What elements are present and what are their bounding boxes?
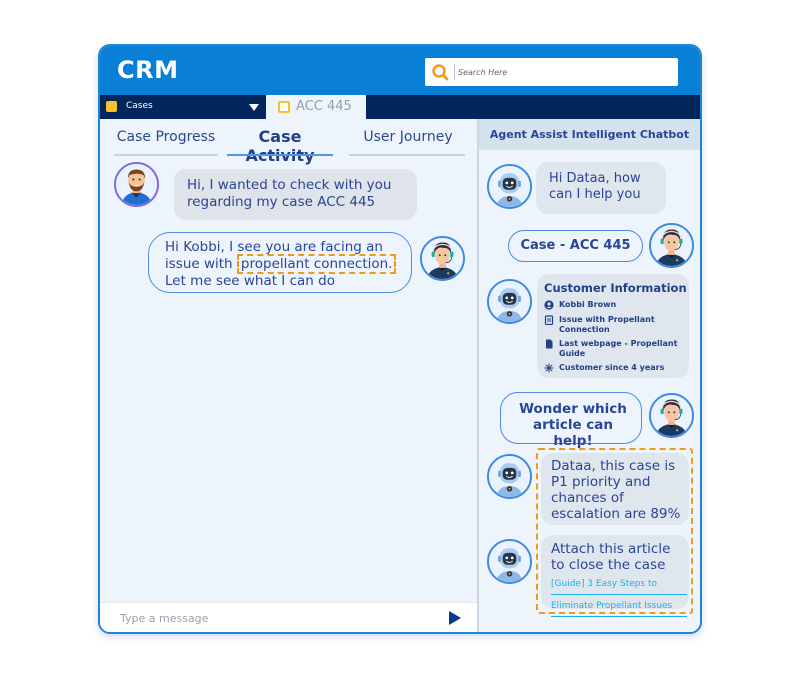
document-icon [546,339,553,349]
send-icon[interactable] [449,611,461,625]
crm-window: CRM Cases ACC 445 Case Progress Case Act… [98,44,702,634]
agent-avatar [649,393,694,438]
record-tab[interactable]: ACC 445 [266,95,366,119]
search-box[interactable] [425,58,678,86]
agent-avatar [649,223,694,268]
app-header: CRM [100,46,700,95]
agent-assist-pane: Agent Assist Intelligent Chatbot Hi Data… [477,119,700,632]
search-input[interactable] [458,62,668,82]
customer-message: Hi, I wanted to check with you regarding… [174,169,417,220]
customer-info-title: Customer Information [544,281,687,295]
customer-info-row: Customer since 4 years [544,363,689,373]
bot-message-text: Attach this article to close the case [551,541,671,573]
bot-priority-message: Dataa, this case is P1 priority and chan… [541,453,689,525]
agent-assist-header: Agent Assist Intelligent Chatbot [479,119,700,150]
customer-info-card: Customer Information Kobbi Brown Issue w… [537,274,689,378]
tab-case-progress[interactable]: Case Progress [114,129,218,145]
chevron-down-icon [249,104,259,111]
sparkle-icon [544,363,554,373]
customer-avatar [114,162,159,207]
tab-underline [349,154,465,156]
agent-message: Case - ACC 445 [508,230,643,262]
bot-message: Hi Dataa, how can I help you [536,162,666,214]
customer-info-row: Kobbi Brown [544,300,689,310]
user-circle-icon [544,300,554,310]
tab-bar: Cases ACC 445 [100,95,700,119]
record-tab-label: ACC 445 [296,99,352,114]
bot-article-message: Attach this article to close the case [G… [541,535,689,617]
customer-info-row: Issue with Propellant Connection [544,315,689,334]
cases-icon [106,101,117,112]
search-icon[interactable] [431,63,449,81]
agent-message: Hi Kobbi, I see you are facing an issue … [148,232,412,293]
agent-avatar [420,236,465,281]
tab-case-activity[interactable]: Case Activity [225,127,335,165]
bot-avatar [487,279,532,324]
agent-message-text-after: Let me see what I can do [165,273,335,289]
bot-avatar [487,164,532,209]
bot-message-text: Dataa, this case is P1 priority and chan… [551,458,681,522]
article-link-line1[interactable]: [Guide] 3 Easy Steps to [551,576,687,595]
message-composer [100,602,477,632]
message-input[interactable] [120,609,430,627]
case-activity-pane: Case Progress Case Activity User Journey… [100,119,477,632]
bot-message-text: Hi Dataa, how can I help you [549,171,641,202]
tab-underline-active [227,154,333,156]
tab-underline [114,154,218,156]
customer-info-row: Last webpage - Propellant Guide [544,339,689,358]
agent-assist-title: Agent Assist Intelligent Chatbot [489,128,690,141]
bot-avatar [487,539,532,584]
app-title: CRM [117,56,179,84]
agent-message-text: Case - ACC 445 [520,238,631,253]
bot-avatar [487,454,532,499]
module-dropdown[interactable]: Cases [100,95,266,119]
highlighted-phrase: propellant connection. [236,254,397,274]
customer-message-text: Hi, I wanted to check with you regarding… [187,177,392,210]
agent-message-text: Wonder which article can help! [519,401,627,449]
module-dropdown-label: Cases [126,101,153,111]
agent-message: Wonder which article can help! [500,392,642,449]
article-link-line2[interactable]: Eliminate Propellant Issues [551,598,687,617]
tab-user-journey[interactable]: User Journey [350,129,466,145]
clipboard-icon [544,315,554,325]
record-tab-icon [278,101,290,113]
search-separator [454,64,455,80]
